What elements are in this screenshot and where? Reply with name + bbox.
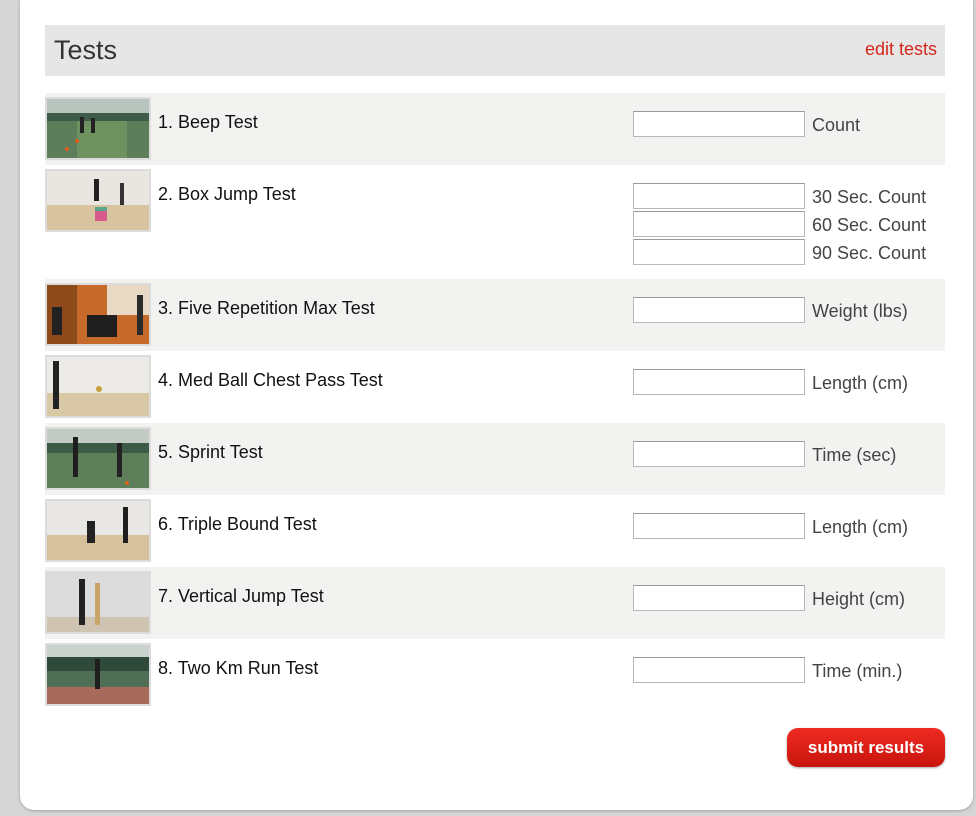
test-fields: 30 Sec. Count 60 Sec. Count 90 Sec. Coun…: [633, 182, 953, 266]
field-unit: 60 Sec. Count: [812, 215, 927, 235]
box-jump-30-sec-input[interactable]: [633, 183, 805, 209]
vertical-jump-test-thumbnail[interactable]: [45, 571, 151, 634]
test-fields: Length (cm): [633, 368, 953, 396]
panel-title: Tests: [54, 35, 118, 65]
box-jump-test-thumbnail[interactable]: [45, 169, 151, 232]
field-unit: 90 Sec. Count: [812, 243, 927, 263]
box-jump-90-sec-input[interactable]: [633, 239, 805, 265]
test-fields: Weight (lbs): [633, 296, 953, 324]
five-rep-weight-input[interactable]: [633, 297, 805, 323]
triple-bound-length-input[interactable]: [633, 513, 805, 539]
panel-header: Tests edit tests: [45, 25, 945, 76]
test-fields: Height (cm): [633, 584, 953, 612]
test-name: 3. Five Repetition Max Test: [158, 298, 375, 318]
test-row-med-ball: 4. Med Ball Chest Pass Test Length (cm): [45, 351, 945, 423]
field-unit: Length (cm): [812, 517, 909, 537]
test-name: 7. Vertical Jump Test: [158, 586, 324, 606]
two-km-run-test-thumbnail[interactable]: [45, 643, 151, 706]
test-fields: Count: [633, 110, 953, 138]
sprint-time-input[interactable]: [633, 441, 805, 467]
test-fields: Time (min.): [633, 656, 953, 684]
test-row-sprint: 5. Sprint Test Time (sec): [45, 423, 945, 495]
vertical-jump-height-input[interactable]: [633, 585, 805, 611]
test-row-two-km-run: 8. Two Km Run Test Time (min.): [45, 639, 945, 711]
field-unit: 30 Sec. Count: [812, 187, 927, 207]
field-unit: Height (cm): [812, 589, 906, 609]
test-name: 5. Sprint Test: [158, 442, 263, 462]
med-ball-test-thumbnail[interactable]: [45, 355, 151, 418]
test-name: 4. Med Ball Chest Pass Test: [158, 370, 383, 390]
test-name: 6. Triple Bound Test: [158, 514, 317, 534]
five-rep-max-test-thumbnail[interactable]: [45, 283, 151, 346]
triple-bound-test-thumbnail[interactable]: [45, 499, 151, 562]
test-fields: Time (sec): [633, 440, 953, 468]
test-row-five-rep-max: 3. Five Repetition Max Test Weight (lbs): [45, 279, 945, 351]
beep-count-input[interactable]: [633, 111, 805, 137]
box-jump-60-sec-input[interactable]: [633, 211, 805, 237]
tests-list: 1. Beep Test Count 2. Box Jump Test 30 S…: [45, 93, 945, 711]
beep-test-thumbnail[interactable]: [45, 97, 151, 160]
test-name: 8. Two Km Run Test: [158, 658, 319, 678]
test-row-beep: 1. Beep Test Count: [45, 93, 945, 165]
test-row-box-jump: 2. Box Jump Test 30 Sec. Count 60 Sec. C…: [45, 165, 945, 279]
test-name: 2. Box Jump Test: [158, 184, 296, 204]
test-row-triple-bound: 6. Triple Bound Test Length (cm): [45, 495, 945, 567]
two-km-run-time-input[interactable]: [633, 657, 805, 683]
test-row-vertical-jump: 7. Vertical Jump Test Height (cm): [45, 567, 945, 639]
sprint-test-thumbnail[interactable]: [45, 427, 151, 490]
field-unit: Time (sec): [812, 445, 897, 465]
field-unit: Count: [812, 115, 861, 135]
test-name: 1. Beep Test: [158, 112, 258, 132]
test-fields: Length (cm): [633, 512, 953, 540]
field-unit: Weight (lbs): [812, 301, 908, 321]
field-unit: Length (cm): [812, 373, 909, 393]
submit-results-button[interactable]: submit results: [787, 728, 945, 767]
field-unit: Time (min.): [812, 661, 903, 681]
edit-tests-link[interactable]: edit tests: [865, 39, 937, 60]
med-ball-length-input[interactable]: [633, 369, 805, 395]
